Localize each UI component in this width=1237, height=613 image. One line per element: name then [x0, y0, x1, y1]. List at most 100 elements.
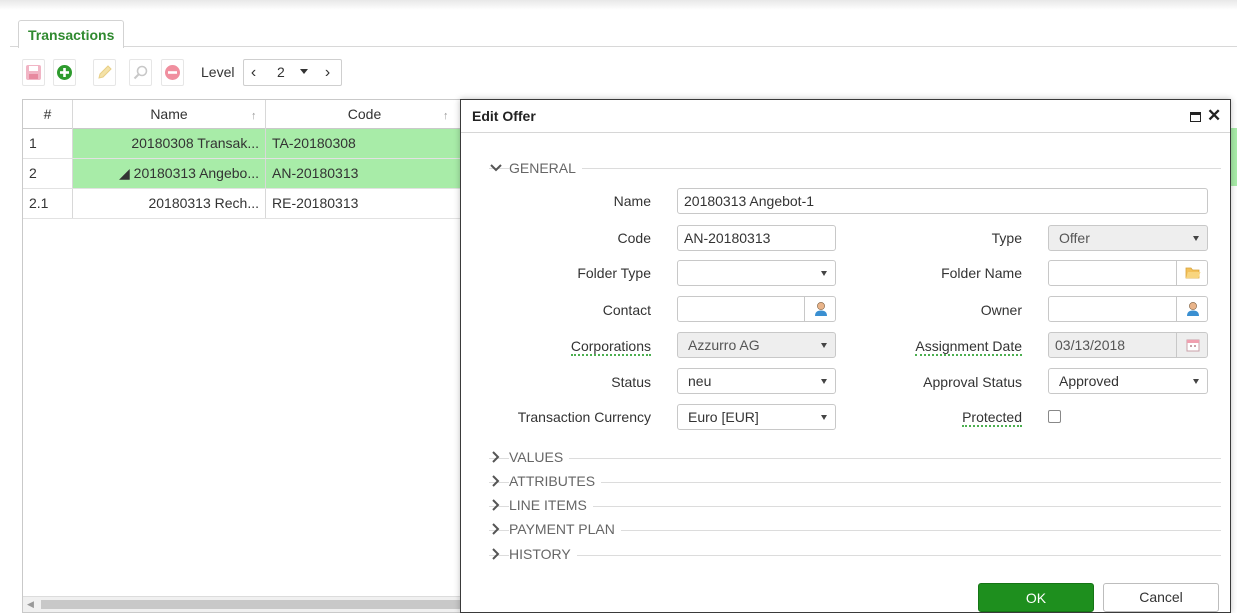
table-row[interactable]: 1 20180308 Transak... TA-20180308	[23, 129, 463, 159]
transaction-currency-select[interactable]: Euro [EUR]	[677, 404, 836, 430]
status-label: Status	[611, 374, 651, 390]
protected-label: Protected	[901, 407, 1022, 427]
tab-strip: Transactions	[10, 20, 1237, 48]
level-pager: ‹ 2 ›	[243, 59, 342, 86]
ok-button[interactable]: OK	[978, 583, 1094, 612]
row-code: TA-20180308	[266, 129, 463, 158]
chevron-down-icon	[821, 415, 827, 420]
transactions-grid: # Name ↑ Code ↑ 1 20180308 Transak... TA…	[22, 99, 463, 613]
section-divider	[489, 555, 1221, 556]
owner-picker-button[interactable]	[1176, 297, 1207, 321]
folder-name-field[interactable]	[1048, 260, 1208, 286]
folder-type-select[interactable]	[677, 260, 836, 286]
chevron-down-icon	[821, 379, 827, 384]
toolbar: Level ‹ 2 ›	[22, 59, 442, 86]
table-row[interactable]: 2.1 20180313 Rech... RE-20180313	[23, 189, 463, 219]
folder-icon	[1185, 267, 1201, 279]
chevron-down-icon	[1193, 236, 1199, 241]
row-code: RE-20180313	[272, 195, 359, 211]
corporations-value: Azzurro AG	[688, 337, 760, 353]
add-icon	[57, 65, 72, 80]
chevron-down-icon	[821, 343, 827, 348]
type-label: Type	[991, 230, 1022, 246]
code-field[interactable]: AN-20180313	[677, 225, 836, 251]
status-select[interactable]: neu	[677, 368, 836, 394]
top-shadow	[0, 0, 1237, 10]
approval-status-value: Approved	[1059, 373, 1119, 389]
section-divider	[489, 168, 1221, 169]
chevron-right-icon	[492, 475, 500, 487]
name-value: 20180313 Angebot-1	[684, 193, 815, 209]
type-select[interactable]: Offer	[1048, 225, 1208, 251]
row-number: 2.1	[23, 189, 73, 218]
contact-picker-button[interactable]	[804, 297, 835, 321]
row-name: ◢ 20180313 Angebo...	[73, 159, 266, 188]
chevron-down-icon	[490, 164, 502, 172]
section-label: VALUES	[509, 449, 570, 465]
row-name: 20180308 Transak...	[73, 129, 266, 158]
owner-field[interactable]	[1048, 296, 1208, 322]
corporations-label-text[interactable]: Corporations	[570, 338, 651, 356]
row-name: 20180313 Rech...	[73, 189, 266, 218]
level-value[interactable]: 2	[277, 60, 285, 85]
chevron-down-icon[interactable]	[300, 69, 308, 74]
column-header-code[interactable]: Code ↑	[266, 100, 463, 129]
calendar-icon	[1186, 339, 1200, 352]
column-header-number[interactable]: #	[23, 100, 73, 129]
delete-button[interactable]	[161, 59, 184, 86]
level-label: Level	[201, 64, 235, 80]
corporations-select[interactable]: Azzurro AG	[677, 332, 836, 358]
contact-label: Contact	[602, 302, 651, 318]
table-row[interactable]: 2 ◢ 20180313 Angebo... AN-20180313	[23, 159, 463, 189]
folder-picker-button[interactable]	[1176, 261, 1207, 285]
contact-field[interactable]	[677, 296, 836, 322]
level-prev-button[interactable]: ‹	[247, 60, 260, 85]
type-value: Offer	[1059, 230, 1090, 246]
tab-transactions[interactable]: Transactions	[18, 20, 125, 48]
scrollbar-thumb[interactable]	[41, 600, 461, 609]
approval-status-select[interactable]: Approved	[1048, 368, 1208, 394]
search-icon	[133, 65, 148, 80]
column-header-name[interactable]: Name ↑	[73, 100, 266, 129]
column-header-label: Name	[150, 106, 188, 122]
dialog-header: Edit Offer ✕	[461, 100, 1230, 133]
assignment-date-label-text[interactable]: Assignment Date	[915, 338, 1022, 356]
save-button[interactable]	[22, 59, 45, 86]
row-number: 1	[23, 129, 73, 158]
close-icon[interactable]: ✕	[1207, 106, 1221, 126]
maximize-icon[interactable]	[1190, 112, 1201, 122]
section-label: ATTRIBUTES	[509, 473, 602, 489]
grid-header: # Name ↑ Code ↑	[23, 100, 463, 129]
edit-button[interactable]	[93, 59, 116, 86]
transaction-currency-label: Transaction Currency	[517, 409, 651, 425]
chevron-down-icon	[821, 271, 827, 276]
protected-label-text[interactable]: Protected	[962, 409, 1022, 427]
save-icon	[26, 65, 41, 80]
dialog-title: Edit Offer	[472, 108, 536, 124]
chevron-down-icon	[1193, 379, 1199, 384]
assignment-date-value: 03/13/2018	[1055, 337, 1126, 353]
chevron-right-icon	[492, 499, 500, 511]
name-label: Name	[613, 193, 651, 209]
column-header-label: Code	[347, 106, 382, 122]
cancel-button[interactable]: Cancel	[1103, 583, 1219, 612]
approval-status-label: Approval Status	[923, 374, 1022, 390]
protected-checkbox[interactable]	[1048, 410, 1061, 423]
app-page: Transactions Level ‹ 2 › # Name ↑ Code ↑…	[0, 0, 1237, 613]
chevron-right-icon	[492, 523, 500, 535]
row-code: AN-20180313	[266, 159, 463, 188]
column-header-label: #	[43, 106, 52, 122]
delete-icon	[165, 65, 180, 80]
sort-icon: ↑	[251, 110, 257, 122]
level-next-button[interactable]: ›	[321, 60, 334, 85]
scroll-left-icon[interactable]: ◀	[27, 599, 34, 610]
search-button[interactable]	[129, 59, 152, 86]
date-picker-button[interactable]	[1176, 333, 1207, 357]
add-button[interactable]	[53, 59, 76, 86]
assignment-date-field[interactable]: 03/13/2018	[1048, 332, 1208, 358]
assignment-date-label: Assignment Date	[881, 336, 1022, 356]
horizontal-scrollbar[interactable]: ◀	[23, 596, 463, 612]
section-label: LINE ITEMS	[509, 497, 593, 513]
name-field[interactable]: 20180313 Angebot-1	[677, 188, 1208, 214]
edit-icon	[98, 65, 112, 79]
